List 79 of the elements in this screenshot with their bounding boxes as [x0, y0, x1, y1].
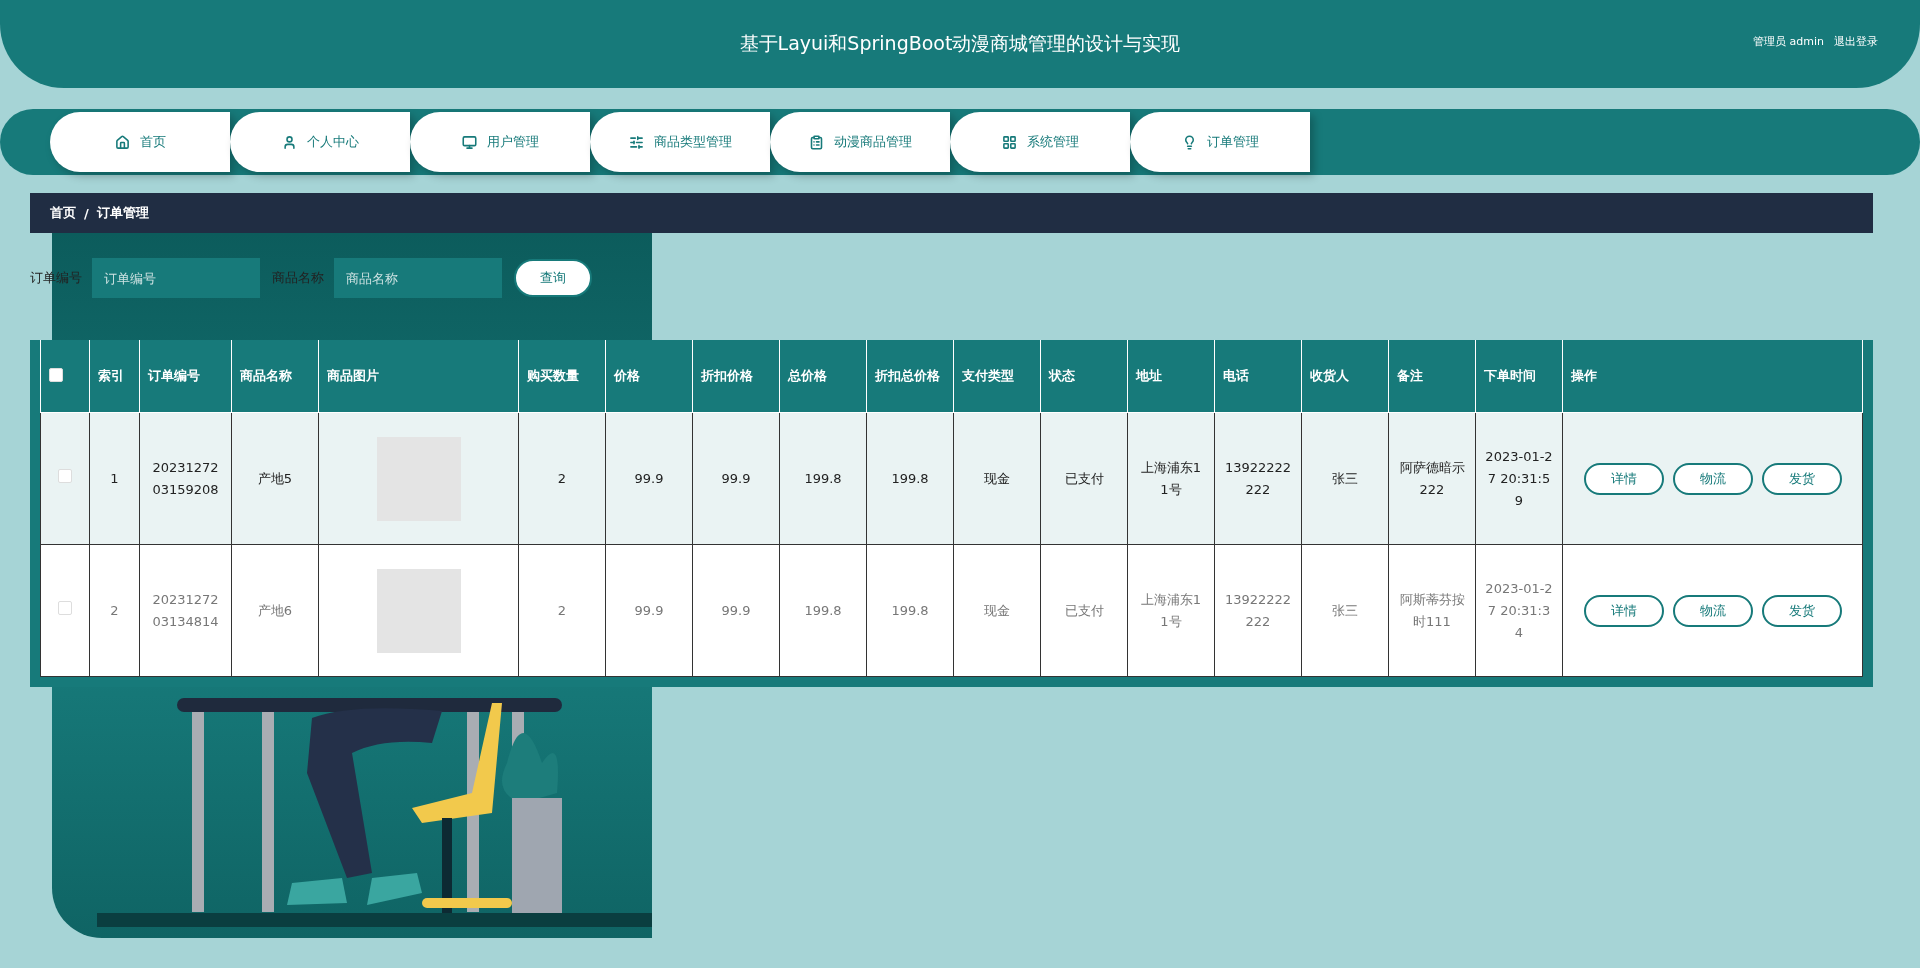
column-header: 总价格: [788, 368, 827, 383]
column-header: 收货人: [1310, 368, 1349, 383]
discount-total-cell: 199.8: [891, 470, 929, 486]
receiver-cell: 张三: [1332, 470, 1358, 486]
total-price-cell: 199.8: [804, 470, 842, 486]
breadcrumb-link[interactable]: 首页: [50, 204, 76, 222]
index-cell: 1: [110, 470, 119, 486]
index-cell: 2: [110, 602, 119, 618]
product-name-cell: 产地6: [257, 602, 293, 618]
breadcrumb-link[interactable]: 订单管理: [96, 204, 149, 222]
nav-tab[interactable]: 用户管理: [410, 112, 590, 172]
column-header: 地址: [1136, 368, 1162, 383]
breadcrumb-separator: /: [84, 205, 89, 221]
phone-cell: 13922222222: [1224, 459, 1292, 497]
column-header: 价格: [614, 368, 640, 383]
column-header: 操作: [1571, 368, 1597, 383]
column-header: 下单时间: [1484, 368, 1536, 383]
site-title: 基于Layui和SpringBoot动漫商城管理的设计与实现: [739, 31, 1181, 56]
column-header: 支付类型: [962, 368, 1014, 383]
note-cell: 阿萨德暗示222: [1399, 459, 1465, 497]
total-price-cell: 199.8: [804, 602, 842, 618]
column-header: 商品图片: [327, 368, 379, 383]
nav-tab[interactable]: 订单管理: [1130, 112, 1310, 172]
user-icon: [281, 134, 297, 150]
column-header: 商品名称: [240, 368, 292, 383]
column-header: 电话: [1223, 368, 1249, 383]
column-header: 折扣总价格: [875, 368, 940, 383]
column-header: 折扣价格: [701, 368, 753, 383]
column-header: 索引: [98, 368, 124, 383]
column-header: 状态: [1049, 368, 1075, 383]
discount-price-cell: 99.9: [721, 602, 751, 618]
column-header: 订单编号: [148, 368, 200, 383]
select-all-checkbox[interactable]: [49, 367, 63, 382]
nav-tab[interactable]: 动漫商品管理: [770, 112, 950, 172]
payment-type-cell: 现金: [984, 470, 1010, 486]
action-button[interactable]: 物流: [1672, 594, 1753, 627]
column-header: 购买数量: [527, 368, 579, 383]
action-button[interactable]: 详情: [1583, 594, 1664, 627]
grid-icon: [1001, 134, 1017, 150]
quantity-cell: 2: [557, 602, 567, 618]
search-field[interactable]: 商品名称: [334, 258, 502, 298]
price-cell: 99.9: [634, 602, 664, 618]
nav-tab[interactable]: 商品类型管理: [590, 112, 770, 172]
query-button[interactable]: 查询: [514, 259, 592, 297]
payment-type-cell: 现金: [984, 602, 1010, 618]
home-icon: [114, 134, 130, 150]
action-button[interactable]: 发货: [1761, 462, 1842, 495]
search-field[interactable]: 订单编号: [92, 258, 260, 298]
field-label: 商品名称: [272, 269, 324, 287]
product-name-cell: 产地5: [257, 470, 293, 486]
action-button[interactable]: 详情: [1583, 462, 1664, 495]
status-cell: 已支付: [1064, 602, 1104, 618]
quantity-cell: 2: [557, 470, 567, 486]
admin-user-label: 管理员 admin: [1753, 34, 1824, 49]
order-time-cell: 2023-01-27 20:31:59: [1485, 448, 1553, 508]
phone-cell: 13922222222: [1224, 591, 1292, 629]
discount-total-cell: 199.8: [891, 602, 929, 618]
row-checkbox[interactable]: [58, 468, 72, 483]
discount-price-cell: 99.9: [721, 470, 751, 486]
note-cell: 阿斯蒂芬按时111: [1399, 591, 1465, 629]
row-checkbox[interactable]: [58, 600, 72, 615]
clipboard-icon: [808, 134, 824, 150]
sliders-icon: [628, 134, 644, 150]
column-header: 备注: [1397, 368, 1423, 383]
address-cell: 上海浦东11号: [1140, 591, 1202, 629]
action-button[interactable]: 发货: [1761, 594, 1842, 627]
order-number-cell: 2023127203134814: [152, 591, 219, 629]
nav-tab[interactable]: 系统管理: [950, 112, 1130, 172]
price-cell: 99.9: [634, 470, 664, 486]
nav-tab[interactable]: 个人中心: [230, 112, 410, 172]
logout-link[interactable]: 退出登录: [1834, 34, 1878, 49]
receiver-cell: 张三: [1332, 602, 1358, 618]
address-cell: 上海浦东11号: [1140, 459, 1202, 497]
nav-tab[interactable]: 首页: [50, 112, 230, 172]
monitor-icon: [461, 134, 477, 150]
action-button[interactable]: 物流: [1672, 462, 1753, 495]
order-time-cell: 2023-01-27 20:31:34: [1485, 580, 1553, 640]
order-number-cell: 2023127203159208: [152, 459, 219, 497]
status-cell: 已支付: [1064, 470, 1104, 486]
